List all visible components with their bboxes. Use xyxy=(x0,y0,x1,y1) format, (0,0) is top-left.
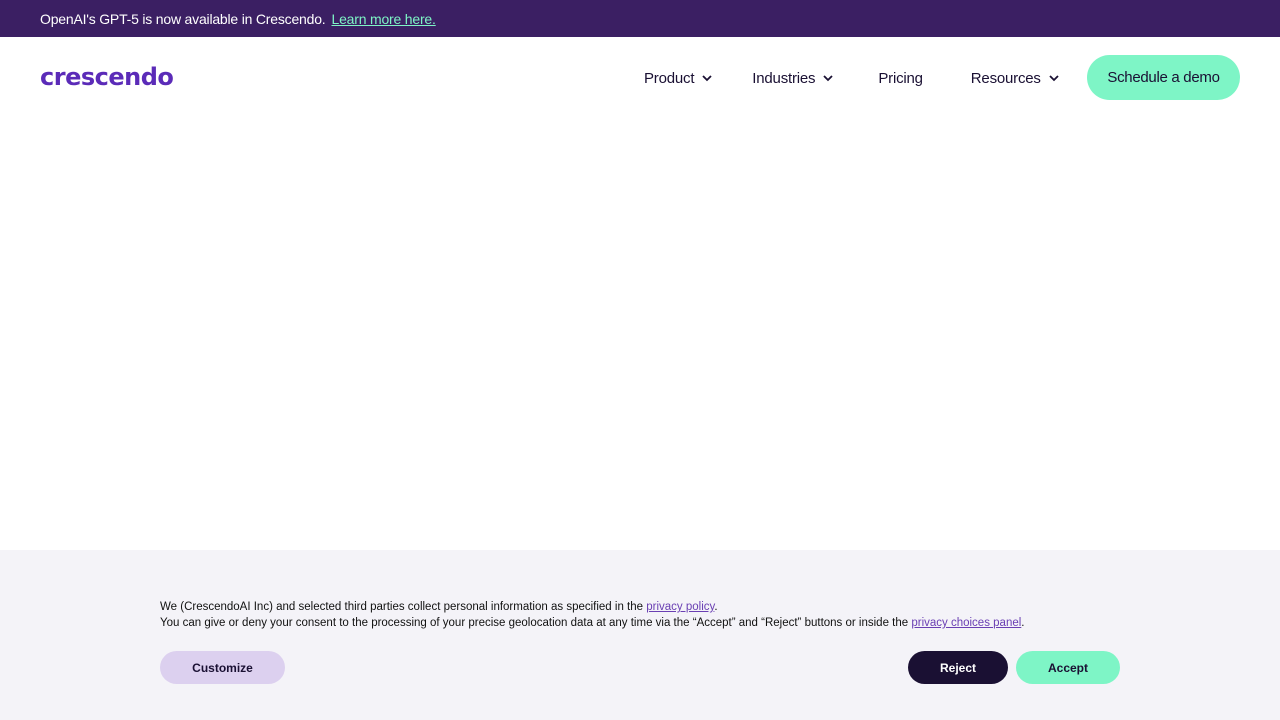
menu-item-label: Industries xyxy=(752,69,816,87)
reject-button[interactable]: Reject xyxy=(908,651,1008,684)
cookie-text-punct: . xyxy=(1021,617,1025,629)
announcement-message: OpenAI's GPT-5 is now available in Cresc… xyxy=(40,10,326,27)
main-menu: Product Industries Pricing Resources xyxy=(644,37,1060,119)
schedule-demo-button[interactable]: Schedule a demo xyxy=(1087,55,1240,100)
announcement-bar: OpenAI's GPT-5 is now available in Cresc… xyxy=(0,0,1280,37)
menu-item-label: Resources xyxy=(970,69,1041,87)
privacy-policy-link[interactable]: privacy policy xyxy=(646,601,714,613)
customize-button[interactable]: Customize xyxy=(160,651,285,684)
site-header: crescendo Product Industries Pricing Res… xyxy=(0,37,1280,119)
cookie-consent-banner: We (CrescendoAI Inc) and selected third … xyxy=(0,550,1280,720)
menu-item-label: Pricing xyxy=(878,69,923,87)
crescendo-logo[interactable]: crescendo xyxy=(40,63,174,91)
cookie-text: We (CrescendoAI Inc) and selected third … xyxy=(160,601,647,613)
menu-item-label: Product xyxy=(644,69,695,87)
chevron-down-icon xyxy=(823,75,833,82)
cookie-consent-text: We (CrescendoAI Inc) and selected third … xyxy=(160,599,1025,631)
menu-item-pricing[interactable]: Pricing xyxy=(878,69,923,87)
menu-item-resources[interactable]: Resources xyxy=(971,70,1060,87)
cookie-text-punct: . xyxy=(714,601,718,613)
cookie-text-line-1: We (CrescendoAI Inc) and selected third … xyxy=(160,599,1025,615)
announcement-link[interactable]: Learn more here. xyxy=(332,11,436,27)
chevron-down-icon xyxy=(1049,75,1059,82)
cookie-text: You can give or deny your consent to the… xyxy=(160,617,912,629)
menu-item-product[interactable]: Product xyxy=(644,70,713,87)
privacy-choices-link[interactable]: privacy choices panel xyxy=(911,617,1021,629)
accept-button[interactable]: Accept xyxy=(1016,651,1120,684)
menu-item-industries[interactable]: Industries xyxy=(752,70,834,87)
cookie-text-line-2: You can give or deny your consent to the… xyxy=(160,615,1025,631)
chevron-down-icon xyxy=(702,75,712,82)
